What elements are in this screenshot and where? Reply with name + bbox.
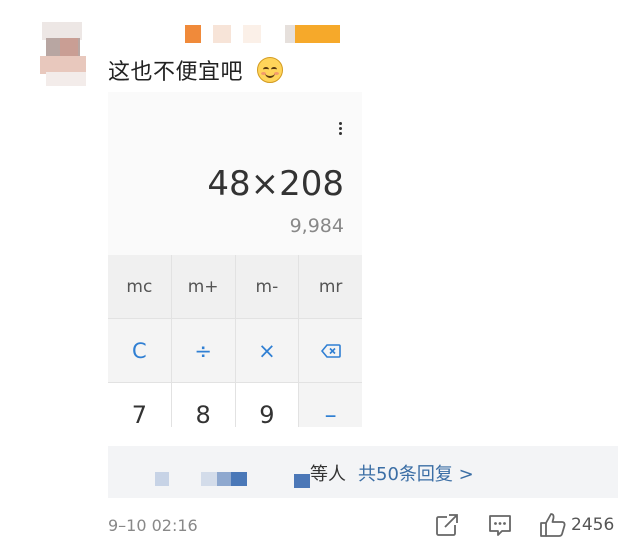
key-mr: mr xyxy=(299,255,362,319)
comment-text: 这也不便宜吧 xyxy=(108,54,283,86)
key-divide: ÷ xyxy=(171,319,236,383)
view-all-replies-link[interactable]: 共50条回复 > xyxy=(358,460,474,486)
key-multiply: × xyxy=(235,319,300,383)
backspace-icon xyxy=(320,343,341,358)
calc-result: 9,984 xyxy=(289,215,344,237)
key-clear: C xyxy=(108,319,172,383)
key-backspace xyxy=(299,319,362,383)
comment-body: 这也不便宜吧 xyxy=(108,60,244,85)
smiling-face-icon xyxy=(256,57,283,83)
image-fade xyxy=(108,427,362,445)
avatar[interactable] xyxy=(30,22,94,86)
share-icon[interactable] xyxy=(434,512,460,538)
key-m-minus: m- xyxy=(235,255,300,319)
calculator-display: 48×208 9,984 xyxy=(108,92,362,255)
comment-icon[interactable] xyxy=(487,512,513,538)
key-m-plus: m+ xyxy=(171,255,236,319)
key-8: 8 xyxy=(171,383,236,427)
calculator-keypad: mc m+ m- mr C ÷ × 7 8 9 – xyxy=(108,255,362,427)
calc-expression: 48×208 xyxy=(207,164,344,204)
comment-timestamp: 9–10 02:16 xyxy=(108,516,198,535)
reply-users-label: 等人 xyxy=(310,464,346,485)
key-mc: mc xyxy=(108,255,172,319)
key-9: 9 xyxy=(235,383,300,427)
username-blurred[interactable] xyxy=(185,25,345,43)
more-options-icon xyxy=(337,122,343,138)
key-subtract: – xyxy=(299,383,362,427)
like-count: 2456 xyxy=(571,515,615,535)
replies-preview[interactable]: 等人 共50条回复 > xyxy=(108,446,618,498)
like-thumb-icon[interactable] xyxy=(539,512,567,538)
key-7: 7 xyxy=(108,383,172,427)
calculator-screenshot[interactable]: 48×208 9,984 mc m+ m- mr C ÷ × 7 8 9 – xyxy=(108,92,362,427)
